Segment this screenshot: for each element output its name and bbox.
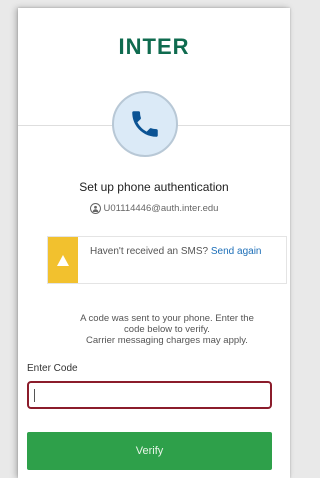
account-email: U01114446@auth.inter.edu: [103, 203, 219, 214]
alert-text: Haven't received an SMS?: [90, 246, 209, 257]
info-line-3: Carrier messaging charges may apply.: [86, 335, 248, 346]
text-cursor: [34, 389, 35, 402]
user-icon: [89, 203, 101, 214]
enter-code-label: Enter Code: [27, 363, 78, 374]
send-again-link[interactable]: Send again: [211, 246, 262, 257]
page-title: Set up phone authentication: [79, 180, 229, 194]
phone-icon: [112, 91, 178, 157]
code-sent-info: A code was sent to your phone. Enter the…: [48, 313, 286, 346]
sms-alert: Haven't received an SMS? Send again: [47, 236, 287, 284]
verify-button[interactable]: Verify: [27, 432, 272, 470]
info-line-1: A code was sent to your phone. Enter the: [80, 313, 254, 324]
inter-logo: INTER: [18, 34, 290, 60]
code-input[interactable]: [27, 381, 272, 409]
alert-message: Haven't received an SMS? Send again: [90, 245, 278, 259]
logo-text: INTER: [118, 34, 190, 59]
info-line-2: code below to verify.: [124, 324, 210, 335]
account-identifier: U01114446@auth.inter.edu: [18, 203, 290, 214]
warning-icon: [48, 237, 78, 283]
